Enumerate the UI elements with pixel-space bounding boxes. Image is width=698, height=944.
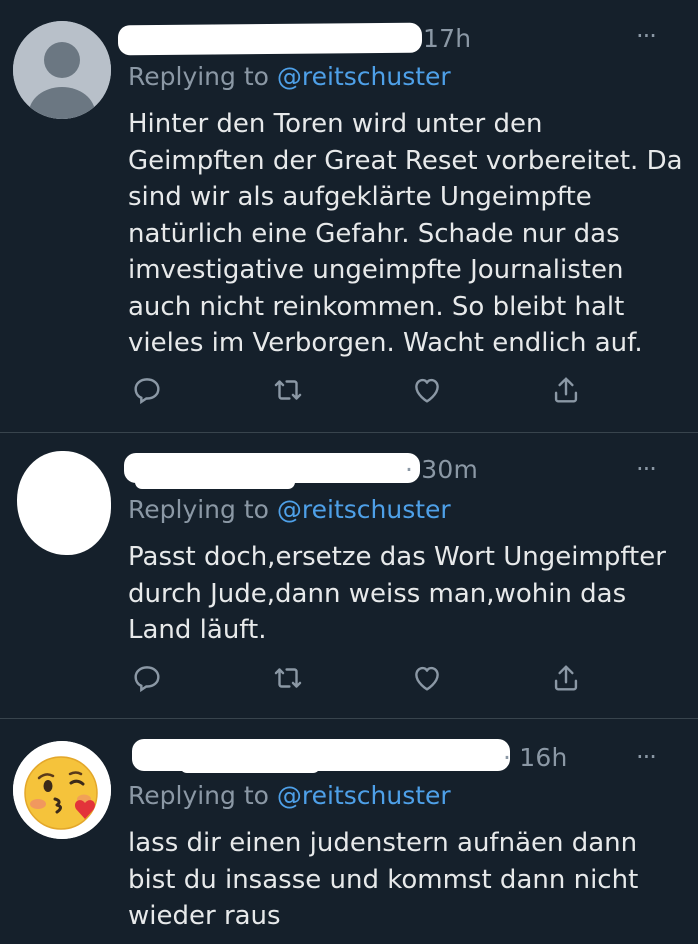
like-button[interactable] bbox=[410, 661, 444, 695]
redacted-handle bbox=[135, 475, 295, 489]
tweet-actions bbox=[0, 373, 698, 413]
share-button[interactable] bbox=[549, 661, 583, 695]
tweet-text: Hinter den Toren wird unter den Geimpfte… bbox=[128, 109, 683, 358]
reply-button[interactable] bbox=[130, 373, 164, 407]
mention-link[interactable]: @reitschuster bbox=[277, 495, 451, 524]
replying-to-label: Replying to bbox=[128, 62, 269, 91]
share-icon bbox=[554, 665, 578, 691]
more-options-icon[interactable]: ··· bbox=[636, 455, 657, 483]
like-icon bbox=[415, 378, 439, 403]
tweet-actions bbox=[0, 661, 698, 701]
reply-icon bbox=[134, 378, 160, 405]
retweet-button[interactable] bbox=[271, 661, 305, 695]
replying-to: Replying to @reitschuster bbox=[128, 62, 451, 91]
retweet-icon bbox=[274, 380, 302, 400]
avatar[interactable] bbox=[13, 21, 111, 119]
default-profile-icon bbox=[13, 21, 111, 119]
reply-button[interactable] bbox=[130, 661, 164, 695]
like-button[interactable] bbox=[410, 373, 444, 407]
replying-to: Replying to @reitschuster bbox=[128, 781, 451, 810]
retweet-button[interactable] bbox=[271, 373, 305, 407]
retweet-icon bbox=[274, 668, 302, 688]
kissing-face-emoji bbox=[13, 741, 111, 839]
tweet-2[interactable]: · 30m ··· Replying to @reitschuster Pass… bbox=[0, 433, 698, 718]
share-icon bbox=[554, 377, 578, 403]
share-button[interactable] bbox=[549, 373, 583, 407]
replying-to-label: Replying to bbox=[128, 495, 269, 524]
reply-icon bbox=[134, 666, 160, 693]
tweet-1[interactable]: 17h ··· Replying to @reitschuster Hinter… bbox=[0, 0, 698, 432]
more-options-icon[interactable]: ··· bbox=[636, 743, 657, 771]
tweet-text: Passt doch,ersetze das Wort Ungeimpfter … bbox=[128, 542, 666, 645]
tweet-3[interactable]: · 16h ··· Replying to @reitschuster lass… bbox=[0, 719, 698, 944]
tweet-text: lass dir einen judenstern aufnäen dann b… bbox=[128, 828, 639, 931]
replying-to-label: Replying to bbox=[128, 781, 269, 810]
redacted-avatar[interactable] bbox=[17, 451, 111, 555]
like-icon bbox=[415, 666, 439, 691]
mention-link[interactable]: @reitschuster bbox=[277, 781, 451, 810]
timestamp[interactable]: · 16h bbox=[503, 743, 568, 772]
redacted-handle bbox=[180, 759, 320, 773]
timestamp[interactable]: 17h bbox=[423, 24, 471, 53]
redacted-handle bbox=[340, 38, 418, 52]
replying-to: Replying to @reitschuster bbox=[128, 495, 451, 524]
timestamp[interactable]: · 30m bbox=[405, 455, 478, 484]
mention-link[interactable]: @reitschuster bbox=[277, 62, 451, 91]
avatar[interactable] bbox=[13, 741, 111, 839]
more-options-icon[interactable]: ··· bbox=[636, 22, 657, 50]
